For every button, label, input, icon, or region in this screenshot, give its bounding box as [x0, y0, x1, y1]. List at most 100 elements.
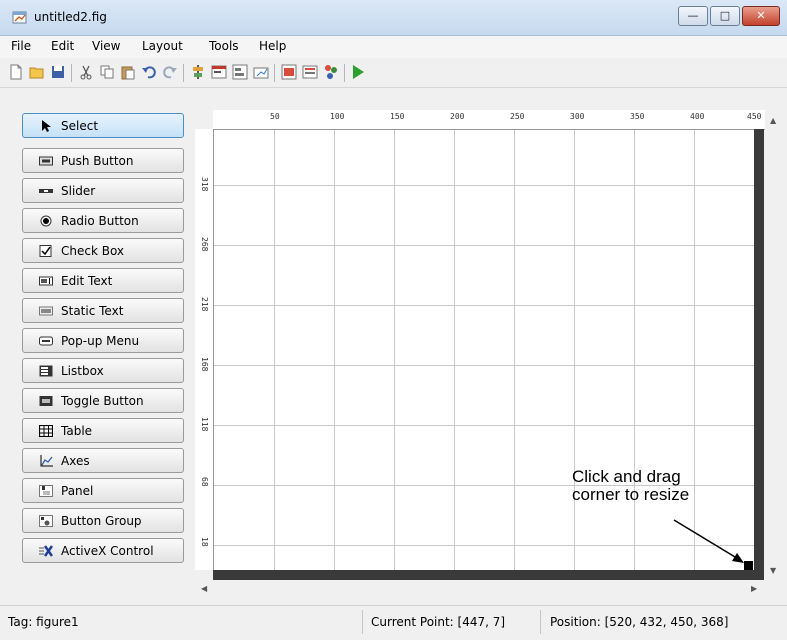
button-group-icon [39, 515, 53, 527]
palette-button-group-button[interactable]: Button Group [22, 508, 184, 533]
minimize-button[interactable]: — [678, 6, 708, 26]
new-file-icon[interactable] [8, 64, 24, 80]
redo-icon[interactable] [162, 64, 178, 80]
tab-order-icon[interactable] [232, 64, 248, 80]
palette-label: Push Button [61, 154, 134, 168]
title-bar: untitled2.fig — □ ✕ [0, 0, 787, 36]
close-icon: ✕ [756, 9, 766, 22]
toolbar-editor-icon[interactable] [253, 64, 269, 80]
palette-listbox-button[interactable]: Listbox [22, 358, 184, 383]
palette-label: Table [61, 424, 93, 438]
toolbar [0, 59, 787, 88]
popup-menu-icon [39, 336, 53, 346]
activex-icon [39, 545, 53, 557]
grid-line [214, 365, 764, 366]
horizontal-ruler: 50 100 150 200 250 300 350 400 450 [213, 110, 765, 130]
ruler-label: 268 [200, 237, 209, 252]
paste-icon[interactable] [120, 64, 136, 80]
menu-help[interactable]: Help [259, 39, 286, 53]
grid-line [454, 130, 455, 570]
palette-label: Listbox [61, 364, 104, 378]
ruler-label: 400 [690, 112, 705, 121]
palette-axes-button[interactable]: Axes [22, 448, 184, 473]
palette-label: Axes [61, 454, 90, 468]
layout-grid[interactable] [214, 130, 764, 570]
palette-edit-text-button[interactable]: Edit Text [22, 268, 184, 293]
ruler-label: 318 [200, 177, 209, 192]
palette-label: Pop-up Menu [61, 334, 140, 348]
run-icon[interactable] [350, 64, 366, 80]
save-icon[interactable] [50, 64, 66, 80]
palette-radio-button[interactable]: Radio Button [22, 208, 184, 233]
cut-icon[interactable] [78, 64, 94, 80]
ruler-label: 250 [510, 112, 525, 121]
toggle-button-icon [39, 396, 53, 406]
ruler-label: 168 [200, 357, 209, 372]
palette-label: Check Box [61, 244, 125, 258]
callout-arrow [673, 519, 744, 563]
grid-line [634, 130, 635, 570]
radio-button-icon [40, 215, 52, 227]
palette-panel-button[interactable]: Panel [22, 478, 184, 503]
vertical-ruler: 318 268 218 168 118 68 18 [195, 129, 214, 570]
arrow-cursor-icon [42, 120, 51, 132]
ruler-label: 100 [330, 112, 345, 121]
scroll-up-icon[interactable]: ▲ [770, 116, 776, 125]
status-separator [540, 610, 541, 634]
palette-table-button[interactable]: Table [22, 418, 184, 443]
grid-line [514, 130, 515, 570]
palette-label: Toggle Button [61, 394, 144, 408]
menu-view[interactable]: View [92, 39, 120, 53]
palette-label: Select [61, 119, 99, 133]
grid-line [274, 130, 275, 570]
scroll-left-icon[interactable]: ◀ [201, 584, 207, 593]
palette-slider-button[interactable]: Slider [22, 178, 184, 203]
status-separator [362, 610, 363, 634]
open-folder-icon[interactable] [29, 64, 45, 80]
menu-file[interactable]: File [11, 39, 31, 53]
editor-icon[interactable] [281, 64, 297, 80]
menu-tools[interactable]: Tools [209, 39, 239, 53]
palette-label: Button Group [61, 514, 142, 528]
slider-icon [39, 189, 53, 193]
ruler-label: 350 [630, 112, 645, 121]
menu-editor-icon[interactable] [211, 64, 227, 80]
panel-icon [39, 485, 53, 497]
palette-static-text-button[interactable]: Static Text [22, 298, 184, 323]
undo-icon[interactable] [141, 64, 157, 80]
static-text-icon [39, 306, 53, 316]
object-browser-icon[interactable] [323, 64, 339, 80]
palette-select-button[interactable]: Select [22, 113, 184, 138]
toolbar-separator [274, 64, 275, 82]
check-box-icon [39, 245, 52, 257]
palette-activex-button[interactable]: ActiveX Control [22, 538, 184, 563]
resize-callout: Click and drag corner to resize [572, 468, 689, 504]
palette-label: Slider [61, 184, 96, 198]
ruler-label: 300 [570, 112, 585, 121]
status-tag: Tag: figure1 [8, 615, 79, 629]
axes-icon [40, 455, 53, 467]
callout-line-2: corner to resize [572, 485, 690, 504]
toolbar-separator [344, 64, 345, 82]
ruler-label: 118 [200, 417, 209, 432]
scroll-down-icon[interactable]: ▼ [770, 566, 776, 575]
vertical-scrollbar[interactable]: ▲ ▼ [765, 110, 785, 580]
close-button[interactable]: ✕ [742, 6, 780, 26]
menu-edit[interactable]: Edit [51, 39, 74, 53]
menu-layout[interactable]: Layout [142, 39, 183, 53]
window-title: untitled2.fig [34, 10, 107, 24]
property-inspector-icon[interactable] [302, 64, 318, 80]
palette-check-box-button[interactable]: Check Box [22, 238, 184, 263]
horizontal-scrollbar[interactable]: ◀ ▶ [195, 581, 765, 597]
scroll-right-icon[interactable]: ▶ [751, 584, 757, 593]
edit-text-icon [39, 276, 53, 286]
align-objects-icon[interactable] [190, 64, 206, 80]
status-current-point: Current Point: [447, 7] [371, 615, 506, 629]
maximize-button[interactable]: □ [710, 6, 740, 26]
figure-edge-right [754, 129, 764, 580]
palette-push-button[interactable]: Push Button [22, 148, 184, 173]
copy-icon[interactable] [99, 64, 115, 80]
palette-popup-menu-button[interactable]: Pop-up Menu [22, 328, 184, 353]
palette-toggle-button[interactable]: Toggle Button [22, 388, 184, 413]
grid-line [334, 130, 335, 570]
